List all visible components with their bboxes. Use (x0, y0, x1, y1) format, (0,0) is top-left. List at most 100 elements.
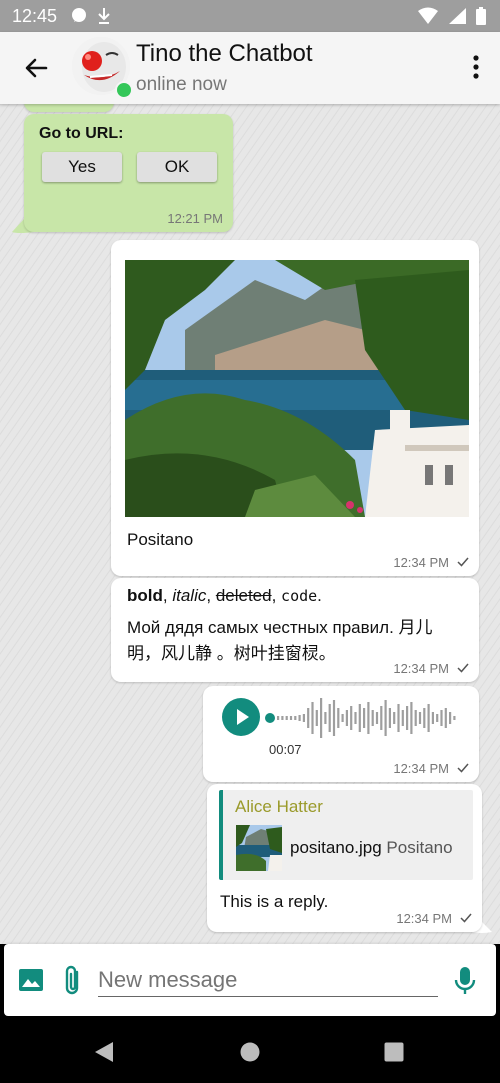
waveform-bar (414, 710, 417, 726)
waveform-bar (423, 708, 426, 728)
waveform-bar (384, 700, 387, 736)
formatted-text-line3: 明，风儿静 。树叶挂窗棂。 (127, 644, 336, 663)
message-time: 12:21 PM (167, 211, 223, 226)
waveform-bar (341, 714, 344, 722)
waveform-bar (345, 710, 348, 726)
waveform-bar (427, 704, 430, 732)
message-time: 12:34 PM (393, 661, 449, 676)
system-navigation-bar (0, 1020, 500, 1083)
playhead-marker[interactable] (265, 713, 275, 723)
waveform-bar (371, 710, 374, 726)
audio-message[interactable]: 00:07 12:34 PM (203, 686, 479, 782)
waveform-bar (401, 710, 404, 726)
sent-check-icon (457, 761, 469, 776)
play-button[interactable] (222, 698, 260, 736)
waveform-bar (418, 712, 422, 724)
waveform-bar (285, 716, 288, 720)
waveform-bar (307, 708, 310, 728)
back-nav-icon[interactable] (93, 1040, 115, 1069)
waveform-bar (358, 704, 361, 732)
waveform-bar (449, 712, 452, 724)
message-input[interactable] (98, 964, 438, 997)
chat-status: online now (136, 74, 227, 95)
waveform-bar (354, 712, 357, 724)
waveform-bar (380, 706, 383, 730)
sent-check-icon (460, 911, 472, 926)
status-time: 12:45 (12, 6, 58, 26)
reply-text: This is a reply. (220, 892, 329, 911)
recents-nav-icon[interactable] (384, 1042, 404, 1067)
deleted-text: deleted (215, 586, 272, 605)
waveform-bar (302, 714, 305, 722)
quote-filename: positano.jpg (290, 838, 382, 857)
waveform-bar (294, 716, 297, 720)
waveform-bar (388, 708, 391, 728)
goto-url-message[interactable]: Go to URL: Yes OK 12:21 PM (24, 114, 233, 232)
chat-header: Tino the Chatbot online now (0, 32, 500, 104)
waveform-bar (337, 708, 340, 728)
waveform-bar (363, 708, 366, 728)
back-arrow-icon[interactable] (20, 52, 52, 84)
ok-button[interactable]: OK (137, 152, 217, 182)
waveform-bar (406, 706, 409, 730)
photo-caption: Positano (127, 530, 194, 549)
waveform-bar (281, 716, 284, 720)
download-icon (96, 7, 112, 28)
waveform-bar (375, 712, 379, 724)
message-time: 12:34 PM (393, 555, 449, 570)
waveform-bar (332, 700, 336, 736)
quote-caption: Positano (386, 838, 453, 857)
waveform-bar (328, 704, 331, 732)
status-bar: 12:45 (0, 0, 500, 32)
waveform-bar (315, 710, 318, 726)
audio-duration: 00:07 (269, 742, 302, 757)
microphone-icon[interactable] (454, 966, 476, 1001)
formatted-text-line2: Мой дядя самых честных правил. 月儿 (127, 618, 433, 637)
audio-waveform[interactable] (263, 698, 463, 738)
quote-author: Alice Hatter (235, 797, 323, 816)
waveform-bar (453, 716, 456, 720)
formatted-text-message[interactable]: bold, italic, deleted, code. Мой дядя са… (111, 578, 479, 682)
code-text: code (281, 587, 318, 605)
waveform-bar (436, 714, 439, 722)
waveform-bar (324, 712, 327, 724)
waveform-bar (277, 716, 280, 720)
play-icon (237, 709, 249, 725)
photo-positano[interactable] (125, 260, 469, 517)
attach-icon[interactable] (62, 964, 84, 1001)
yes-button[interactable]: Yes (42, 152, 122, 182)
waveform-bar (410, 702, 413, 734)
sent-check-icon (457, 661, 469, 676)
home-nav-icon[interactable] (240, 1042, 260, 1067)
photo-message[interactable]: Positano 12:34 PM (111, 240, 479, 576)
waveform-bar (320, 698, 323, 738)
signal-icon (448, 7, 466, 30)
battery-icon (476, 7, 486, 30)
waveform-bar (431, 712, 434, 724)
formatted-text-line1: bold, italic, deleted, code. (127, 586, 322, 605)
waveform-bar (350, 706, 353, 730)
previous-message-bubble[interactable] (24, 104, 114, 112)
waveform-bar (367, 702, 370, 734)
italic-text: italic (172, 586, 207, 605)
waveform-bar (289, 716, 293, 720)
waveform-bar (393, 712, 396, 724)
waveform-bar (444, 708, 447, 728)
sent-check-icon (457, 555, 469, 570)
image-icon[interactable] (18, 967, 44, 998)
message-time: 12:34 PM (393, 761, 449, 776)
waveform-bar (397, 704, 400, 732)
bold-text: bold (127, 586, 163, 605)
chat-title[interactable]: Tino the Chatbot (136, 40, 313, 68)
message-composer (4, 944, 496, 1016)
goto-url-label: Go to URL: (39, 125, 124, 142)
waveform-bar (298, 715, 301, 721)
wifi-icon (418, 7, 438, 30)
more-vert-icon[interactable] (472, 54, 480, 80)
quoted-message[interactable]: Alice Hatter positano.jpg Positano (219, 790, 473, 880)
reply-message[interactable]: Alice Hatter positano.jpg Positano This … (207, 784, 482, 932)
message-list[interactable]: Go to URL: Yes OK 12:21 PM Positano 12:3… (0, 104, 500, 944)
online-indicator (115, 81, 133, 99)
waveform-bar (311, 702, 314, 734)
chat-notification-icon (70, 7, 88, 28)
